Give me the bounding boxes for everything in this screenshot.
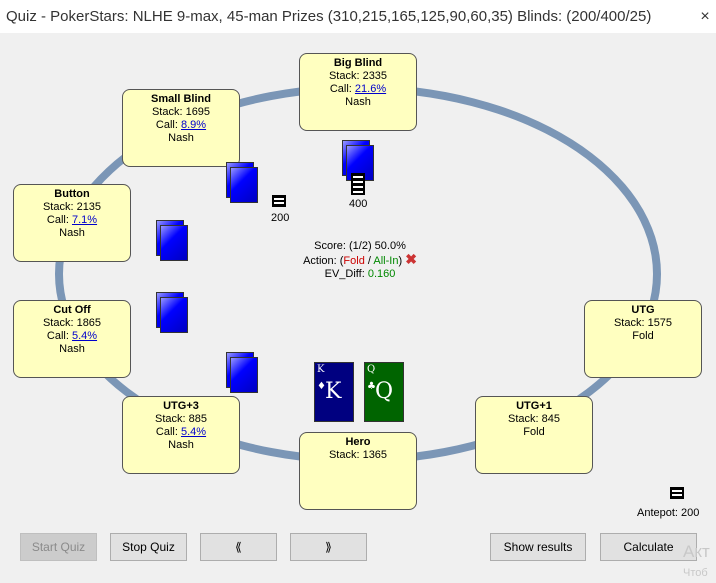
seat-name: UTG xyxy=(631,304,655,316)
wrong-answer-icon: ✖ xyxy=(405,251,417,267)
activation-watermark: Акт xyxy=(683,542,710,561)
allin-label: All-In xyxy=(373,255,399,267)
seat-stack: Stack: 1365 xyxy=(328,449,388,461)
activation-watermark-sub: Чтоб xyxy=(683,567,708,579)
seat-call: Call: 7.1% xyxy=(46,214,98,226)
call-link[interactable]: 7.1% xyxy=(72,214,97,226)
seat-action: Fold xyxy=(632,330,654,342)
seat-name: Small Blind xyxy=(151,93,211,105)
seat-utg3: UTG+3 Stack: 885 Call: 5.4% Nash xyxy=(122,396,240,474)
card-back-icon xyxy=(230,167,258,203)
card-back-icon xyxy=(230,357,258,393)
call-link[interactable]: 5.4% xyxy=(181,426,206,438)
chip-stack-icon xyxy=(669,486,685,503)
seat-big-blind: Big Blind Stack: 2335 Call: 21.6% Nash xyxy=(299,53,417,131)
show-results-button[interactable]: Show results xyxy=(490,533,586,561)
window-title: Quiz - PokerStars: NLHE 9-max, 45-man Pr… xyxy=(6,8,652,25)
seat-name: Button xyxy=(54,188,90,200)
seat-call: Call: 5.4% xyxy=(155,426,207,438)
previous-button[interactable]: ⟪ xyxy=(200,533,277,561)
card-back-icon xyxy=(160,297,188,333)
seat-name: Cut Off xyxy=(53,304,91,316)
ev-diff-value: 0.160 xyxy=(367,268,396,280)
call-link[interactable]: 8.9% xyxy=(181,119,206,131)
next-button[interactable]: ⟫ xyxy=(290,533,367,561)
seat-stack: Stack: 2335 xyxy=(328,70,388,82)
seat-stack: Stack: 885 xyxy=(155,413,207,425)
seat-stack: Stack: 1695 xyxy=(151,106,211,118)
seat-name: UTG+3 xyxy=(163,400,199,412)
seat-utg: UTG Stack: 1575 Fold xyxy=(584,300,702,378)
seat-action: Fold xyxy=(523,426,545,438)
seat-utg1: UTG+1 Stack: 845 Fold xyxy=(475,396,593,474)
seat-call: Call: 21.6% xyxy=(329,83,387,95)
seat-call: Call: 8.9% xyxy=(155,119,207,131)
chip-stack-icon xyxy=(271,194,287,211)
fold-label: Fold xyxy=(343,255,365,267)
seat-action: Nash xyxy=(168,132,194,144)
stop-quiz-button[interactable]: Stop Quiz xyxy=(110,533,187,561)
ev-diff: EV_Diff: 0.160 xyxy=(324,268,396,280)
card-back-icon xyxy=(160,225,188,261)
seat-name: UTG+1 xyxy=(516,400,552,412)
chip-stack-icon xyxy=(350,172,366,199)
title-bar: Quiz - PokerStars: NLHE 9-max, 45-man Pr… xyxy=(0,0,716,33)
seat-call: Call: 5.4% xyxy=(46,330,98,342)
seat-action: Nash xyxy=(59,227,85,239)
seat-stack: Stack: 1865 xyxy=(42,317,102,329)
seat-small-blind: Small Blind Stack: 1695 Call: 8.9% Nash xyxy=(122,89,240,167)
seat-action: Nash xyxy=(168,439,194,451)
quiz-info: Score: (1/2) 50.0% Action: (Fold / All-I… xyxy=(290,240,430,281)
antepot-label: Antepot: 200 xyxy=(637,507,700,519)
bet-small-blind: 200 xyxy=(271,212,290,224)
seat-cut-off: Cut Off Stack: 1865 Call: 5.4% Nash xyxy=(13,300,131,378)
call-link[interactable]: 5.4% xyxy=(72,330,97,342)
close-icon[interactable]: × xyxy=(694,0,716,33)
hero-card-queen: Q ♣ Q xyxy=(364,362,404,422)
seat-stack: Stack: 845 xyxy=(508,413,560,425)
hero-card-king: K ♦ K xyxy=(314,362,354,422)
bet-big-blind: 400 xyxy=(349,198,368,210)
start-quiz-button[interactable]: Start Quiz xyxy=(20,533,97,561)
call-link[interactable]: 21.6% xyxy=(355,83,386,95)
seat-hero: Hero Stack: 1365 xyxy=(299,432,417,510)
action-text: Action: (Fold / All-In) ✖ xyxy=(303,251,417,267)
seat-name: Hero xyxy=(345,436,371,448)
seat-action: Nash xyxy=(59,343,85,355)
seat-button: Button Stack: 2135 Call: 7.1% Nash xyxy=(13,184,131,262)
seat-stack: Stack: 2135 xyxy=(42,201,102,213)
seat-stack: Stack: 1575 xyxy=(613,317,673,329)
seat-action: Nash xyxy=(345,96,371,108)
seat-name: Big Blind xyxy=(333,57,383,69)
